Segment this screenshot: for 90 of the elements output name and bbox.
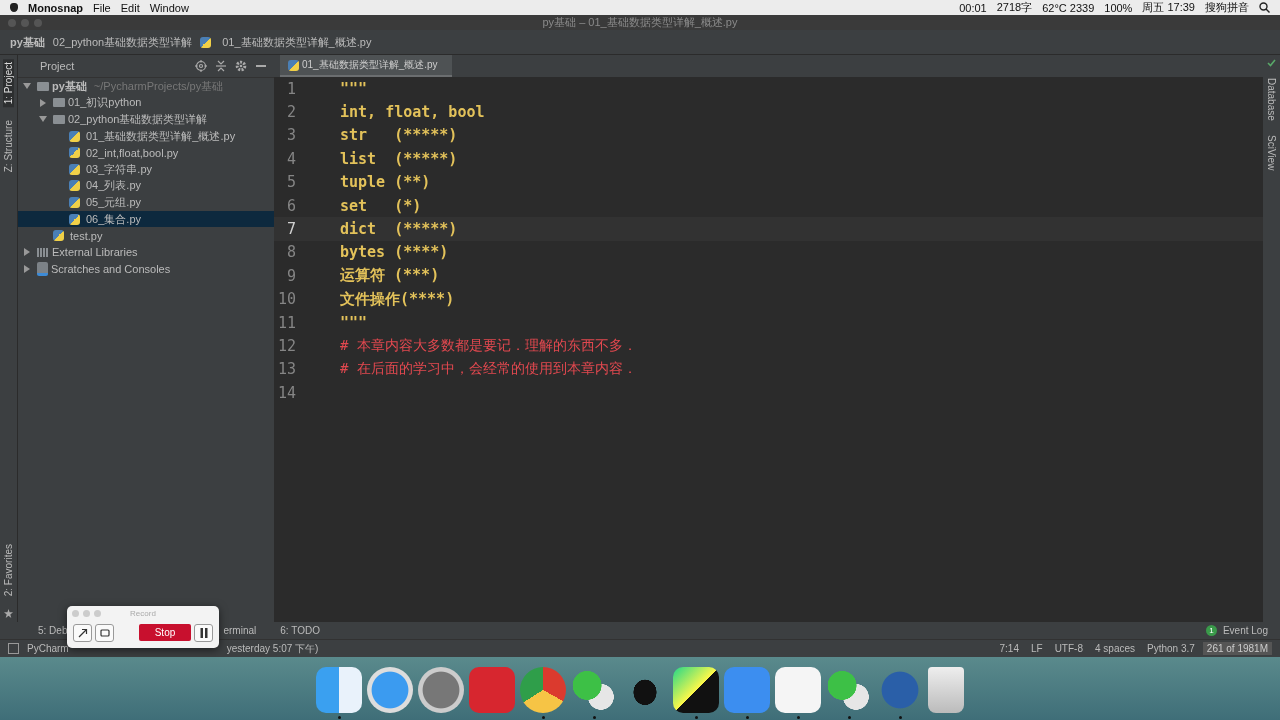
status-item[interactable]: 4 spaces xyxy=(1095,643,1135,654)
star-icon xyxy=(4,609,13,618)
window-title: py基础 – 01_基础数据类型详解_概述.py xyxy=(542,15,738,30)
line-number: 9 xyxy=(285,266,296,285)
tool-window-tab[interactable]: Z: Structure xyxy=(3,117,14,176)
menu-item[interactable]: Edit xyxy=(120,1,140,14)
memory-indicator[interactable]: 261 of 1981M xyxy=(1202,642,1272,655)
tree-item[interactable]: 01_基础数据类型详解_概述.py xyxy=(18,127,274,145)
line-number: 3 xyxy=(285,126,296,145)
tree-item[interactable]: test.py xyxy=(18,227,274,244)
code-line: dict (*****) xyxy=(340,220,458,239)
code-line: int, float, bool xyxy=(340,103,485,122)
status-item[interactable]: LF xyxy=(1030,643,1043,654)
line-number: 13 xyxy=(276,360,296,379)
search-icon[interactable] xyxy=(1259,2,1270,13)
status-item[interactable]: 7:14 xyxy=(999,643,1019,654)
code-line: """ xyxy=(340,79,368,98)
status-item[interactable]: 周五 17:39 xyxy=(1142,0,1195,15)
menu-item[interactable]: File xyxy=(93,1,111,14)
status-item[interactable]: 100% xyxy=(1104,1,1133,14)
status-message: PyCharm xyxy=(27,643,69,654)
tool-window-tab[interactable]: SciView xyxy=(1266,131,1277,174)
tree-item[interactable]: Scratches and Consoles xyxy=(18,260,274,278)
status-item[interactable]: 00:01 xyxy=(959,1,987,14)
code-line: set (*) xyxy=(340,196,422,215)
status-message: yesterday 5:07 下午) xyxy=(226,641,319,656)
stop-button[interactable]: Stop xyxy=(139,624,191,641)
tree-item[interactable]: External Libraries xyxy=(18,243,274,261)
tool-window-button[interactable]: erminal xyxy=(223,625,257,636)
line-number: 5 xyxy=(285,173,296,192)
code-comment: # 在后面的学习中，会经常的使用到本章内容． xyxy=(340,360,637,379)
line-number: 11 xyxy=(276,313,296,332)
pause-button[interactable] xyxy=(194,623,213,642)
code-line: """ xyxy=(340,313,368,332)
python-file-icon xyxy=(200,36,212,48)
breadcrumb[interactable]: 01_基础数据类型详解_概述.py xyxy=(222,34,372,50)
code-line: str (*****) xyxy=(340,126,458,145)
tree-item[interactable]: 05_元组.py xyxy=(18,194,274,211)
tree-item[interactable]: 02_int,float,bool.py xyxy=(18,144,274,161)
tool-window-button[interactable]: 6: TODO xyxy=(280,625,320,636)
tree-item[interactable]: 06_集合.py xyxy=(18,210,274,228)
collapse-icon[interactable] xyxy=(216,60,226,72)
arrow-icon xyxy=(77,627,88,638)
panel-toggle-icon[interactable] xyxy=(8,643,19,654)
code-line: tuple (**) xyxy=(340,173,431,192)
window-title: Record xyxy=(130,609,156,618)
tool-window-button[interactable]: 5: Deb xyxy=(38,625,68,636)
line-number: 2 xyxy=(285,103,296,122)
status-item[interactable]: Python 3.7 xyxy=(1147,643,1195,654)
arrow-tool-button[interactable] xyxy=(73,623,92,642)
rectangle-icon xyxy=(99,628,110,637)
tree-item[interactable]: 02_python基础数据类型详解 xyxy=(18,111,274,128)
status-item[interactable]: UTF-8 xyxy=(1054,643,1083,654)
app-menu[interactable]: Monosnap xyxy=(28,1,83,14)
apple-icon[interactable] xyxy=(10,3,18,12)
tool-window-tab[interactable]: Database xyxy=(1266,75,1277,124)
line-number: 4 xyxy=(285,149,296,168)
line-number: 14 xyxy=(276,383,296,402)
code-line: list (*****) xyxy=(340,149,458,168)
pause-icon xyxy=(199,627,208,638)
trash-icon[interactable] xyxy=(928,667,964,713)
code-line: bytes (****) xyxy=(340,243,449,262)
app-icon[interactable] xyxy=(673,667,719,713)
code-comment: # 本章内容大多数都是要记．理解的东西不多． xyxy=(340,337,637,355)
check-icon xyxy=(1267,59,1276,67)
editor-tab[interactable]: 01_基础数据类型详解_概述.py xyxy=(280,55,452,77)
breadcrumb[interactable]: py基础 xyxy=(10,34,45,50)
settings-icon[interactable] xyxy=(235,60,247,72)
tree-item[interactable]: 03_字符串.py xyxy=(18,160,274,178)
tree-item[interactable]: 04_列表.py xyxy=(18,177,274,195)
code-line: 运算符 (***) xyxy=(340,266,440,286)
event-log-button[interactable]: Event Log xyxy=(1222,625,1268,636)
line-number: 1 xyxy=(285,79,296,98)
status-item[interactable]: 搜狗拼音 xyxy=(1205,0,1249,15)
status-item[interactable]: 62°C 2339 xyxy=(1042,1,1095,14)
line-number: 12 xyxy=(276,337,296,355)
line-number: 10 xyxy=(276,290,296,309)
code-line: 文件操作(****) xyxy=(340,289,455,309)
line-number: 8 xyxy=(285,243,296,262)
menu-item[interactable]: Window xyxy=(149,1,189,14)
status-item[interactable]: 2718字 xyxy=(996,0,1033,15)
tool-window-tab[interactable]: 1: Project xyxy=(3,59,14,108)
panel-title[interactable]: Project xyxy=(40,60,75,72)
rectangle-tool-button[interactable] xyxy=(95,623,114,642)
notification-badge: 1 xyxy=(1205,625,1217,636)
breadcrumb[interactable]: 02_python基础数据类型详解 xyxy=(52,34,193,50)
line-number: 6 xyxy=(285,196,296,215)
tool-window-tab[interactable]: 2: Favorites xyxy=(3,540,14,599)
crosshair-icon[interactable] xyxy=(195,60,207,72)
tree-item[interactable]: 01_初识python xyxy=(18,94,274,112)
